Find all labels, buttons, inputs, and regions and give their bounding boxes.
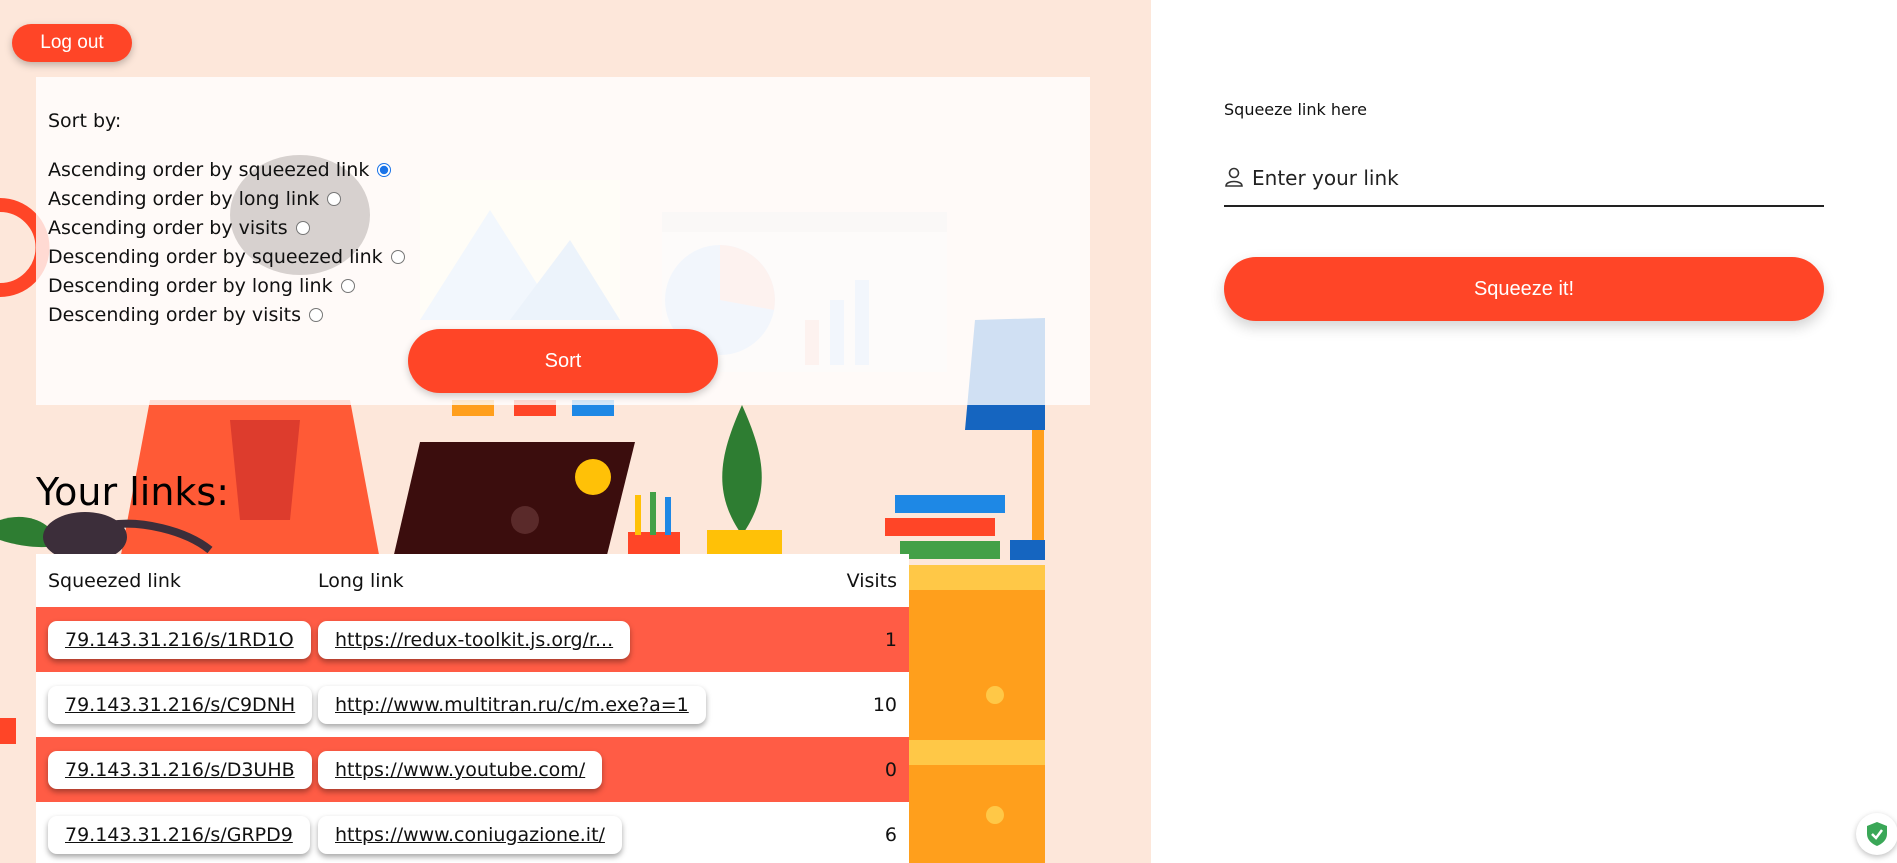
sort-option-desc-squeezed[interactable]: Descending order by squeezed link	[48, 242, 405, 271]
visits-count: 6	[884, 823, 897, 846]
table-row: 79.143.31.216/s/1RD1O https://redux-tool…	[36, 607, 909, 672]
sort-button[interactable]: Sort	[408, 329, 718, 393]
long-link[interactable]: http://www.multitran.ru/c/m.exe?a=1	[318, 685, 706, 724]
long-link[interactable]: https://www.youtube.com/	[318, 750, 603, 789]
sort-option-asc-squeezed[interactable]: Ascending order by squeezed link	[48, 155, 405, 184]
sort-option-label: Ascending order by squeezed link	[48, 158, 370, 181]
column-header-long: Long link	[318, 569, 404, 592]
column-header-visits: Visits	[846, 569, 897, 592]
column-header-squeezed: Squeezed link	[48, 569, 181, 592]
user-icon	[1224, 166, 1246, 190]
sort-option-label: Ascending order by long link	[48, 187, 320, 210]
visits-count: 0	[884, 758, 897, 781]
sort-radio-desc-long[interactable]	[340, 278, 355, 293]
table-row: 79.143.31.216/s/C9DNH http://www.multitr…	[36, 672, 909, 737]
sort-option-desc-visits[interactable]: Descending order by visits	[48, 300, 405, 329]
link-field[interactable]	[1224, 150, 1824, 207]
squeezed-cell: 79.143.31.216/s/C9DNH	[36, 685, 313, 724]
long-cell: http://www.multitran.ru/c/m.exe?a=1	[306, 685, 789, 724]
sort-option-asc-visits[interactable]: Ascending order by visits	[48, 213, 405, 242]
squeezed-cell: 79.143.31.216/s/D3UHB	[36, 750, 312, 789]
squeezed-link[interactable]: 79.143.31.216/s/D3UHB	[48, 750, 312, 789]
sort-radio-desc-visits[interactable]	[308, 307, 323, 322]
squeeze-form-panel: Squeeze link here Squeeze it!	[1151, 0, 1897, 863]
links-heading: Your links:	[36, 470, 230, 514]
sort-radio-asc-squeezed[interactable]	[377, 162, 392, 177]
sort-radio-asc-visits[interactable]	[295, 220, 310, 235]
sort-option-label: Descending order by squeezed link	[48, 245, 383, 268]
sort-option-label: Ascending order by visits	[48, 216, 288, 239]
table-row: 79.143.31.216/s/GRPD9 https://www.coniug…	[36, 802, 909, 863]
long-link[interactable]: https://redux-toolkit.js.org/r...	[318, 620, 631, 659]
sort-radio-asc-long[interactable]	[327, 191, 342, 206]
table-header: Squeezed link Long link Visits	[36, 554, 909, 607]
visits-count: 1	[884, 628, 897, 651]
sort-option-label: Descending order by visits	[48, 303, 301, 326]
sort-title: Sort by:	[48, 110, 122, 132]
long-link[interactable]: https://www.coniugazione.it/	[318, 815, 622, 854]
table-row: 79.143.31.216/s/D3UHB https://www.youtub…	[36, 737, 909, 802]
sort-panel: Sort by: Ascending order by squeezed lin…	[36, 77, 1090, 405]
sort-option-desc-long[interactable]: Descending order by long link	[48, 271, 405, 300]
sort-options: Ascending order by squeezed link Ascendi…	[48, 155, 405, 329]
sort-option-label: Descending order by long link	[48, 274, 333, 297]
squeezed-link[interactable]: 79.143.31.216/s/GRPD9	[48, 815, 310, 854]
visits-count: 10	[872, 693, 897, 716]
link-field-label: Squeeze link here	[1224, 100, 1367, 119]
squeezed-cell: 79.143.31.216/s/1RD1O	[36, 620, 311, 659]
squeezed-link[interactable]: 79.143.31.216/s/C9DNH	[48, 685, 313, 724]
long-cell: https://www.youtube.com/	[306, 750, 789, 789]
long-cell: https://redux-toolkit.js.org/r...	[306, 620, 789, 659]
squeezed-cell: 79.143.31.216/s/GRPD9	[36, 815, 310, 854]
links-table: Squeezed link Long link Visits 79.143.31…	[36, 554, 909, 863]
left-panel: Log out Sort by: Ascending order by sque…	[0, 0, 1151, 863]
long-cell: https://www.coniugazione.it/	[306, 815, 789, 854]
link-input[interactable]	[1252, 165, 1824, 190]
logout-button[interactable]: Log out	[12, 24, 132, 62]
sort-option-asc-long[interactable]: Ascending order by long link	[48, 184, 405, 213]
sort-radio-desc-squeezed[interactable]	[390, 249, 405, 264]
squeezed-link[interactable]: 79.143.31.216/s/1RD1O	[48, 620, 311, 659]
squeeze-button[interactable]: Squeeze it!	[1224, 257, 1824, 321]
shield-check-icon[interactable]	[1856, 813, 1897, 855]
